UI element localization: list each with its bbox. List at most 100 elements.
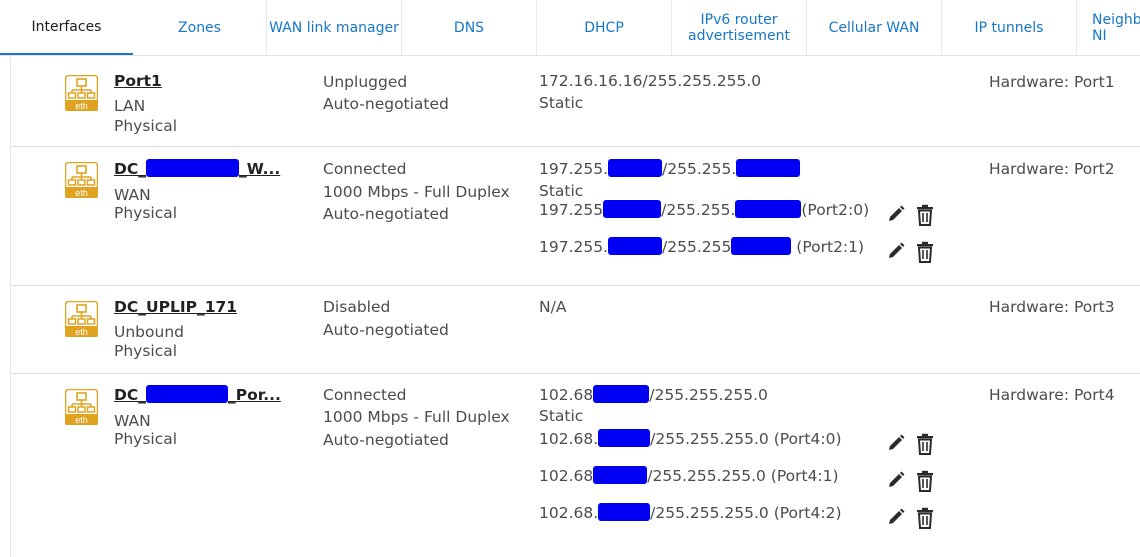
interface-speed: 1000 Mbps - Full Duplex (323, 183, 510, 201)
delete-trash-icon[interactable] (915, 470, 935, 492)
alias-ip: 102.68. /255.255.255.0 (Port4:0) (539, 429, 842, 449)
redaction (598, 429, 651, 447)
alias-ip: 102.68/255.255.255.0 (Port4:1) (539, 466, 839, 486)
ethernet-icon-label: eth (75, 101, 88, 111)
redaction (736, 159, 801, 177)
tab-interfaces[interactable]: Interfaces (0, 0, 133, 55)
redaction (735, 200, 802, 218)
tab-dhcp[interactable]: DHCP (537, 0, 672, 55)
redaction (603, 200, 662, 218)
edit-pencil-icon[interactable] (886, 433, 906, 455)
ethernet-icon: eth (65, 301, 98, 337)
interface-hardware: Hardware: Port2 (989, 160, 1115, 178)
tab-label: WAN link manager (269, 19, 399, 36)
alias-ip: 102.68. /255.255.255.0 (Port4:2) (539, 503, 842, 523)
interface-negotiation: Auto-negotiated (323, 205, 449, 223)
ip-part: (Port2:1) (796, 238, 865, 256)
tab-label: DNS (453, 19, 485, 36)
interface-row: eth Port1 LAN Physical Unplugged Auto-ne… (11, 56, 1140, 147)
interface-name-link[interactable]: DC_UPLIP_171 (114, 297, 237, 317)
interface-type: Physical (114, 117, 178, 135)
delete-trash-icon[interactable] (915, 433, 935, 455)
ethernet-icon-label: eth (75, 415, 88, 425)
delete-trash-icon[interactable] (915, 204, 935, 226)
interface-hardware: Hardware: Port4 (989, 386, 1115, 404)
ip-part: /255.255.255.0 (Port4:1) (647, 467, 839, 485)
interface-negotiation: Auto-negotiated (323, 321, 449, 339)
ip-part: 197.255. (539, 238, 609, 256)
redaction (593, 385, 650, 403)
redaction (146, 159, 239, 177)
interface-row: eth DC_ _W... WAN Physical Connected 1000… (11, 147, 1140, 286)
ip-part: /255.255.255.0 (Port4:0) (650, 430, 842, 448)
ethernet-icon: eth (65, 162, 98, 198)
interface-hardware: Hardware: Port1 (989, 73, 1115, 91)
interface-name-link[interactable]: DC_ _W... (114, 159, 280, 179)
interface-speed: 1000 Mbps - Full Duplex (323, 408, 510, 426)
interface-name-link[interactable]: Port1 (114, 71, 162, 91)
tab-label: Neighbo NI (1092, 11, 1140, 44)
ethernet-icon: eth (65, 75, 98, 111)
ip-part: 102.68. (539, 430, 599, 448)
ip-part: 102.68 (539, 467, 594, 485)
ip-part: 197.255 (539, 201, 604, 219)
ethernet-icon: eth (65, 389, 98, 425)
interface-zone: WAN (114, 412, 151, 430)
edit-pencil-icon[interactable] (886, 204, 906, 226)
interface-ip-mode: Static (539, 407, 584, 425)
ip-part: 197.255. (539, 160, 609, 178)
ip-part: /255.255. (661, 201, 736, 219)
tab-cellular-wan[interactable]: Cellular WAN (807, 0, 942, 55)
interface-ip-mode: Static (539, 94, 584, 112)
tab-label: DHCP (584, 19, 624, 36)
interface-negotiation: Auto-negotiated (323, 431, 449, 449)
interface-name-link[interactable]: DC_ _Por... (114, 385, 281, 405)
tab-ip-tunnels[interactable]: IP tunnels (942, 0, 1077, 55)
interface-type: Physical (114, 204, 178, 222)
redaction (608, 237, 663, 255)
interface-name-part: _Por... (228, 386, 281, 404)
interface-ip-mode: Static (539, 182, 584, 200)
interface-status: Disabled (323, 298, 391, 316)
edit-pencil-icon[interactable] (886, 470, 906, 492)
ip-part: /255.255. (662, 160, 737, 178)
ip-part: 102.68 (539, 386, 594, 404)
tab-dns[interactable]: DNS (402, 0, 537, 55)
ip-part: /255.255.255.0 (Port4:2) (650, 504, 842, 522)
tab-label: IP tunnels (974, 19, 1044, 36)
tab-label: Zones (178, 19, 221, 36)
tab-zones[interactable]: Zones (133, 0, 267, 55)
tab-neighbors[interactable]: Neighbo NI (1087, 0, 1140, 55)
delete-trash-icon[interactable] (915, 507, 935, 529)
delete-trash-icon[interactable] (915, 241, 935, 263)
interface-ip: 197.255. /255.255. (539, 159, 801, 179)
edit-pencil-icon[interactable] (886, 507, 906, 529)
interface-hardware: Hardware: Port3 (989, 298, 1115, 316)
ethernet-icon-label: eth (75, 327, 88, 337)
ip-part: /255.255 (662, 238, 732, 256)
interface-type: Physical (114, 342, 178, 360)
tab-bar: Interfaces Zones WAN link manager DNS DH… (0, 0, 1140, 56)
tab-wan-link-manager[interactable]: WAN link manager (267, 0, 402, 55)
tab-label: IPv6 router advertisement (687, 11, 791, 44)
interface-name-part: DC_ (114, 386, 146, 404)
interface-negotiation: Auto-negotiated (323, 95, 449, 113)
tab-ipv6-router-advertisement[interactable]: IPv6 router advertisement (672, 0, 807, 55)
interface-list: eth Port1 LAN Physical Unplugged Auto-ne… (10, 56, 1140, 557)
tab-label: Interfaces (31, 18, 102, 35)
redaction (598, 503, 651, 521)
alias-ip: 197.255/255.255. (Port2:0) (539, 200, 869, 220)
redaction (608, 159, 663, 177)
alias-ip: 197.255. /255.255 (Port2:1) (539, 237, 864, 257)
interface-name-part: DC_ (114, 160, 146, 178)
ethernet-icon-label: eth (75, 188, 88, 198)
ip-part: 102.68. (539, 504, 599, 522)
edit-pencil-icon[interactable] (886, 241, 906, 263)
interface-ip: N/A (539, 298, 567, 316)
interface-status: Connected (323, 160, 407, 178)
redaction (146, 385, 228, 403)
interface-status: Connected (323, 386, 407, 404)
interface-name-part: _W... (239, 160, 281, 178)
interface-row: eth DC_ _Por... WAN Physical Connected 10… (11, 374, 1140, 557)
interface-type: Physical (114, 430, 178, 448)
